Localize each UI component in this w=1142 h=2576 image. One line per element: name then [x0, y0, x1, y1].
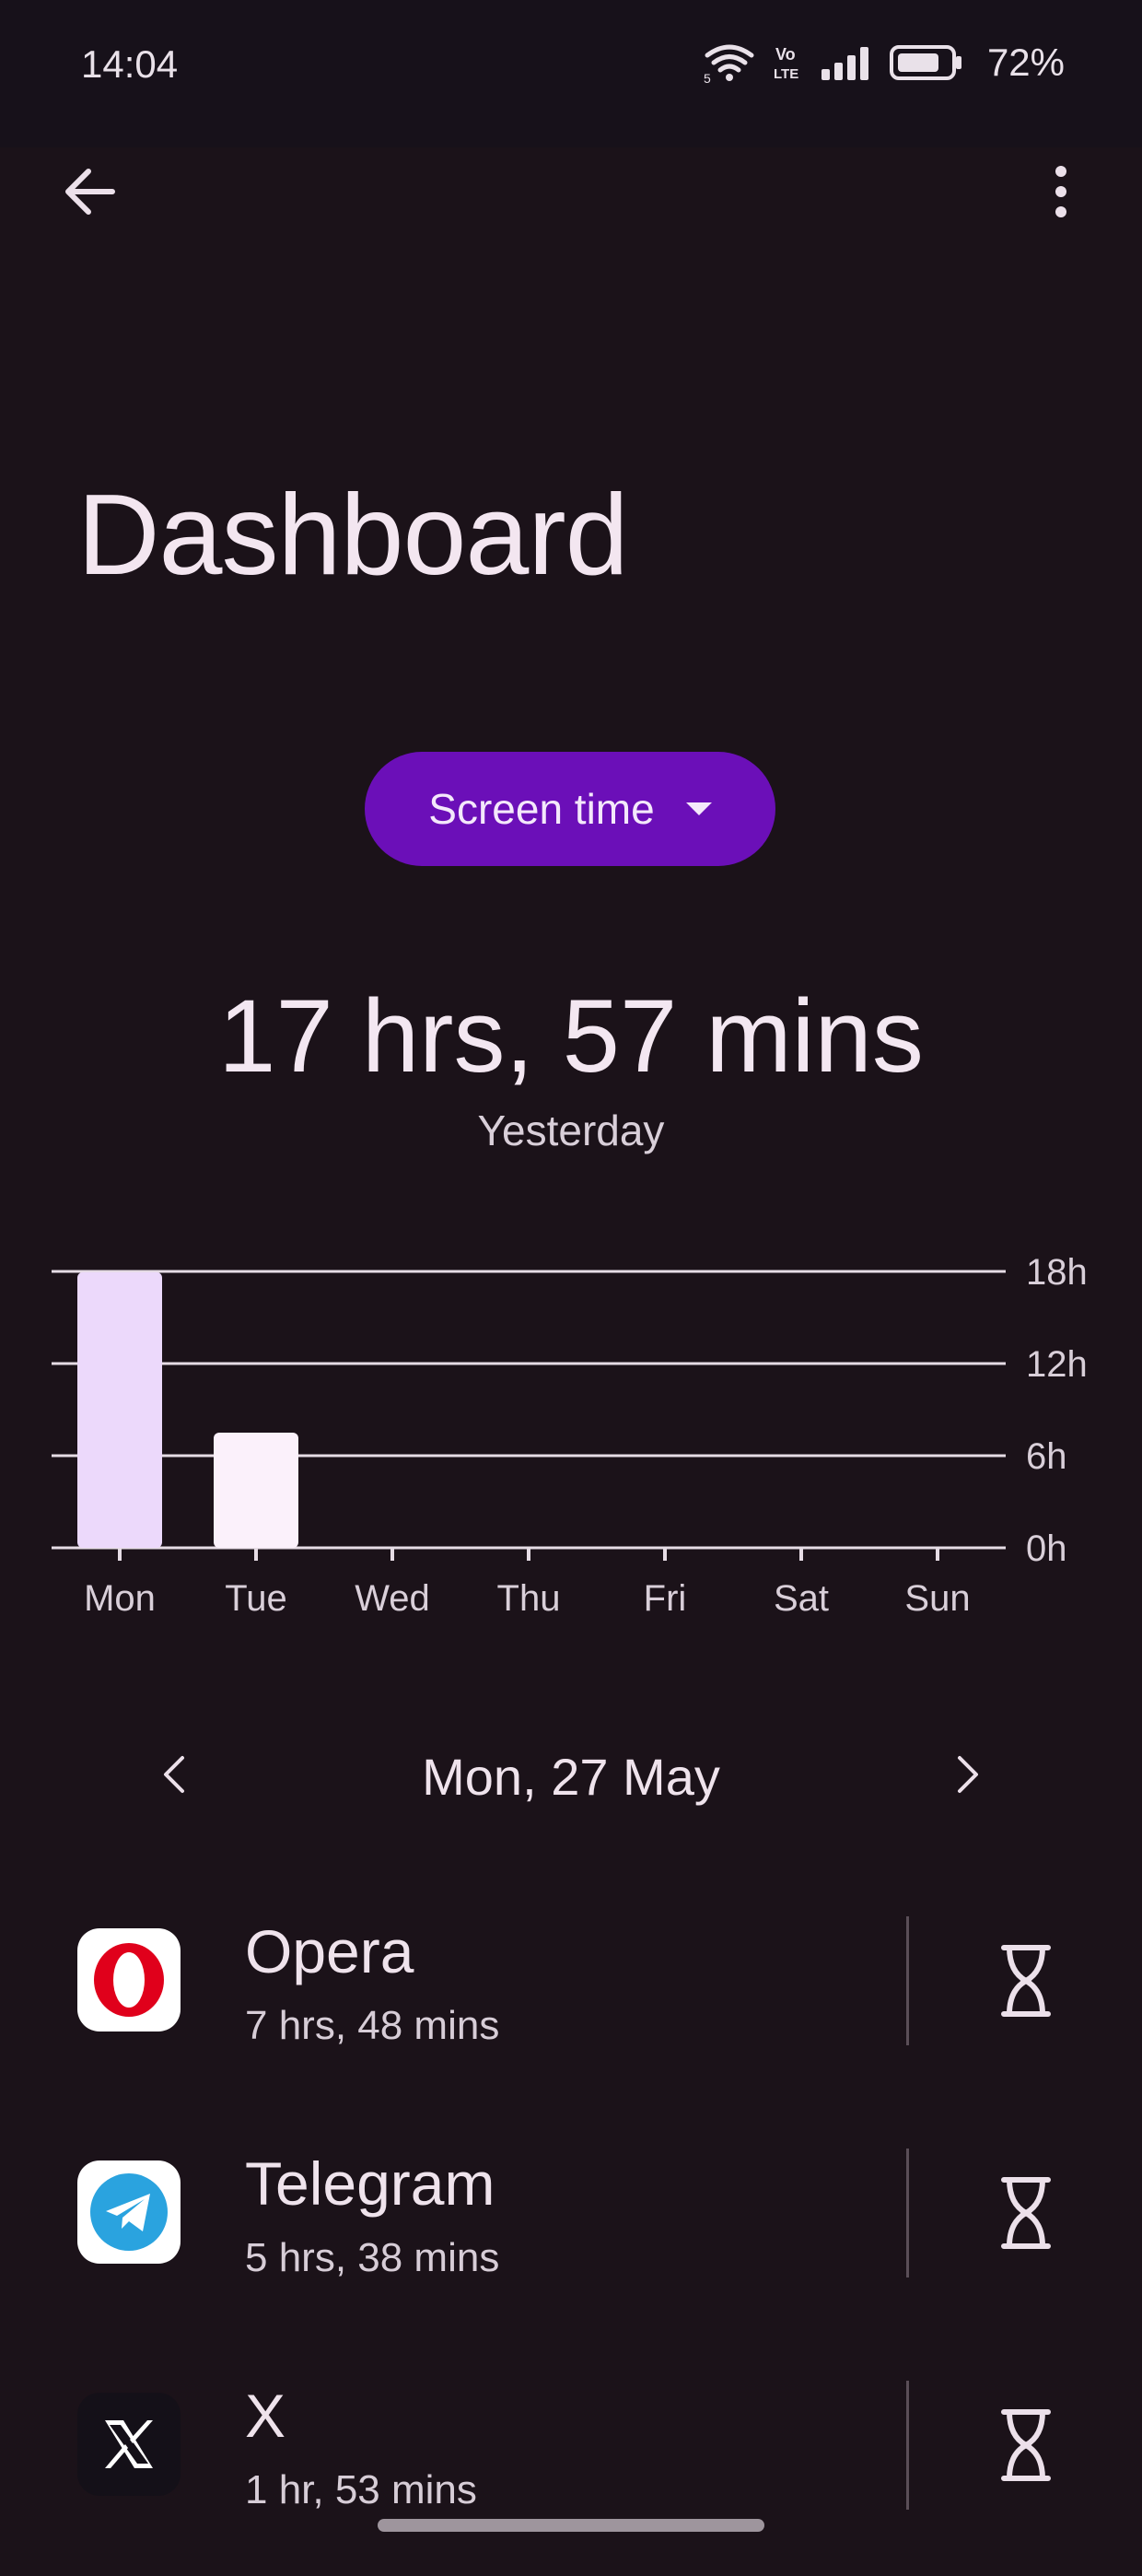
x-tick-label[interactable]: Fri: [644, 1578, 687, 1619]
x-tick-label[interactable]: Wed: [355, 1578, 430, 1619]
volte-label-top: Vo: [775, 45, 796, 64]
opera-icon: [77, 1928, 181, 2032]
wifi-band-label: 5: [704, 71, 711, 83]
y-tick-label: 12h: [1026, 1344, 1088, 1385]
total-period-label: Yesterday: [477, 1107, 665, 1154]
page-title: Dashboard: [77, 472, 629, 599]
x-tick-label[interactable]: Thu: [497, 1578, 561, 1619]
y-tick-label: 6h: [1026, 1436, 1067, 1477]
y-tick-label: 0h: [1026, 1528, 1067, 1569]
dropdown-caret-icon: [685, 802, 712, 815]
battery-icon: [889, 45, 961, 80]
chart-bar-mon[interactable]: [77, 1271, 162, 1548]
app-usage-time: 7 hrs, 48 mins: [245, 2003, 500, 2048]
volte-icon: Vo LTE: [774, 45, 798, 82]
app-usage-list: Opera 7 hrs, 48 mins Telegram 5 hrs, 38 …: [0, 1879, 1142, 2576]
app-name: Telegram: [245, 2149, 495, 2218]
app-timer-hourglass-icon[interactable]: [996, 1944, 1055, 2018]
wifi-icon: 5: [704, 44, 754, 83]
row-divider: [906, 1916, 909, 2045]
row-divider: [906, 2149, 909, 2277]
app-timer-hourglass-icon[interactable]: [996, 2408, 1055, 2482]
next-day-chevron-icon[interactable]: [939, 1747, 995, 1802]
chart-bar-tue[interactable]: [214, 1433, 298, 1548]
x-tick-label[interactable]: Sun: [904, 1578, 970, 1619]
x-icon: [77, 2393, 181, 2496]
total-screen-time: 17 hrs, 57 mins: [218, 978, 924, 1094]
row-divider: [906, 2381, 909, 2510]
back-arrow-icon[interactable]: [57, 158, 123, 225]
y-tick-label: 18h: [1026, 1252, 1088, 1293]
signal-icon: [821, 47, 868, 80]
telegram-icon: [77, 2160, 181, 2264]
app-row-opera[interactable]: Opera 7 hrs, 48 mins: [0, 1879, 1142, 2112]
screen-time-dropdown-label: Screen time: [428, 785, 655, 833]
app-usage-time: 1 hr, 53 mins: [245, 2467, 477, 2512]
x-tick-label[interactable]: Mon: [84, 1578, 156, 1619]
x-tick-label[interactable]: Tue: [225, 1578, 286, 1619]
x-tick-label[interactable]: Sat: [774, 1578, 829, 1619]
volte-label-bottom: LTE: [774, 66, 798, 82]
app-timer-hourglass-icon[interactable]: [996, 2176, 1055, 2250]
app-name: X: [245, 2382, 286, 2450]
home-indicator[interactable]: [378, 2519, 764, 2532]
app-row-x[interactable]: X 1 hr, 53 mins: [0, 2344, 1142, 2576]
top-app-bar: [0, 147, 1142, 240]
usage-bar-chart: 0h 6h 12h 18h Mon Tue Wed Thu Fri Sat Sun: [52, 1252, 1088, 1619]
app-name: Opera: [245, 1917, 414, 1985]
app-usage-time: 5 hrs, 38 mins: [245, 2235, 500, 2280]
more-options-icon[interactable]: [1028, 158, 1094, 225]
battery-percent: 72%: [986, 41, 1065, 84]
screen-time-dropdown[interactable]: Screen time: [365, 752, 775, 866]
status-time: 14:04: [81, 42, 179, 86]
app-row-telegram[interactable]: Telegram 5 hrs, 38 mins: [0, 2112, 1142, 2344]
status-bar: 14:04 5 Vo LTE 72%: [0, 0, 1142, 147]
status-icons: 5 Vo LTE 72%: [704, 41, 1065, 85]
date-navigation: Mon, 27 May: [0, 1732, 1142, 1824]
